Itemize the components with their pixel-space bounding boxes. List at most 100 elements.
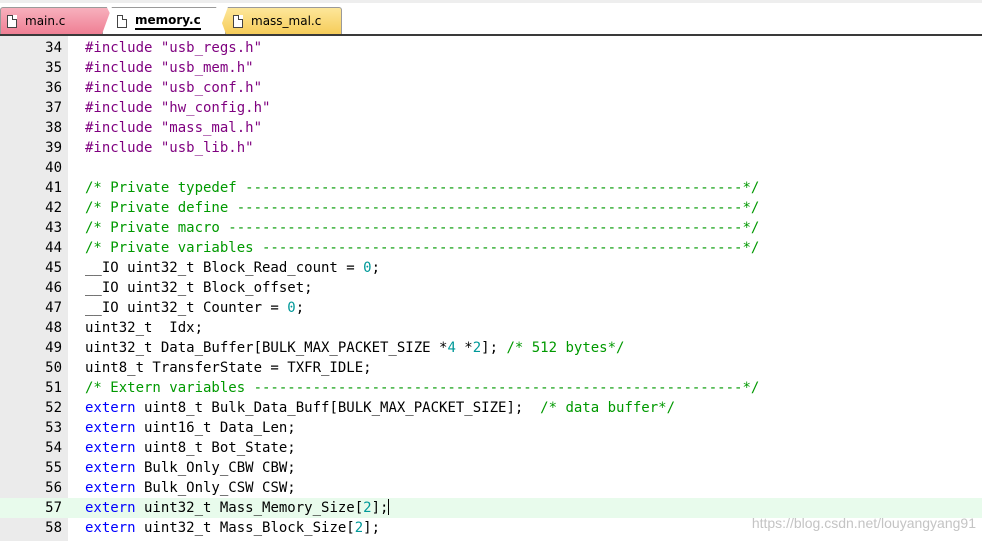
tab-mass-mal-c[interactable]: mass_mal.c [218, 7, 342, 34]
code-token-txt: uint32_t Idx; [85, 320, 204, 336]
code-token-kw: extern [85, 500, 136, 516]
code-token-cm: /* 512 bytes*/ [506, 340, 625, 356]
code-line[interactable]: 44 /* Private variables -----------------… [0, 238, 982, 258]
code-token-txt: ]; [371, 500, 389, 516]
code-line[interactable]: 50 uint8_t TransferState = TXFR_IDLE; [0, 358, 982, 378]
code-line[interactable]: 51 /* Extern variables ------------------… [0, 378, 982, 398]
code-text: extern uint32_t Mass_Memory_Size[2]; [85, 498, 390, 518]
line-number: 53 [45, 420, 62, 436]
code-token-txt: uint32_t Data_Buffer[BULK_MAX_PACKET_SIZ… [85, 340, 448, 356]
code-line[interactable]: 56 extern Bulk_Only_CSW CSW; [0, 478, 982, 498]
code-line[interactable]: 41 /* Private typedef -------------------… [0, 178, 982, 198]
code-line[interactable]: 54 extern uint8_t Bot_State; [0, 438, 982, 458]
code-text: #include "mass_mal.h" [85, 118, 262, 138]
code-text: /* Private define ----------------------… [85, 198, 759, 218]
code-line[interactable]: 36 #include "usb_conf.h" [0, 78, 982, 98]
file-icon [7, 14, 17, 28]
code-token-cm: /* Extern variables --------------------… [85, 380, 760, 396]
code-text: /* Private macro -----------------------… [85, 218, 759, 238]
code-token-pp: #include [85, 40, 161, 56]
code-token-pp: #include [85, 60, 161, 76]
code-line[interactable]: 45 __IO uint32_t Block_Read_count = 0; [0, 258, 982, 278]
code-token-str: "usb_regs.h" [160, 40, 263, 56]
code-token-cm: /* Private define ----------------------… [85, 200, 760, 216]
code-line[interactable]: 46 __IO uint32_t Block_offset; [0, 278, 982, 298]
line-number: 45 [45, 260, 62, 276]
tab-label: memory.c [135, 13, 201, 30]
code-editor[interactable]: 34 #include "usb_regs.h" 35 #include "usb_m… [0, 36, 982, 541]
code-token-str: "usb_mem.h" [160, 60, 254, 76]
code-token-txt: * [455, 340, 473, 356]
code-token-str: "hw_config.h" [160, 100, 271, 116]
code-token-pp: #include [85, 100, 161, 116]
code-token-num: 2 [363, 500, 372, 516]
line-number: 49 [45, 340, 62, 356]
code-line[interactable]: 39 #include "usb_lib.h" [0, 138, 982, 158]
code-line[interactable]: 49 uint32_t Data_Buffer[BULK_MAX_PACKET_S… [0, 338, 982, 358]
code-token-num: 4 [447, 340, 456, 356]
line-number: 55 [45, 460, 62, 476]
file-icon [233, 14, 243, 28]
line-number: 34 [45, 40, 62, 56]
watermark: https://blog.csdn.net/louyangyang91 [751, 515, 976, 531]
line-number: 43 [45, 220, 62, 236]
code-line[interactable]: 55 extern Bulk_Only_CBW CBW; [0, 458, 982, 478]
code-text: __IO uint32_t Block_Read_count = 0; [85, 258, 380, 278]
code-text: extern Bulk_Only_CSW CSW; [85, 478, 296, 498]
tab-label: mass_mal.c [251, 14, 322, 28]
line-number: 46 [45, 280, 62, 296]
code-token-txt: __IO uint32_t Block_offset; [85, 280, 313, 296]
code-token-kw: extern [85, 460, 136, 476]
file-icon [117, 14, 127, 28]
code-line[interactable]: 43 /* Private macro ---------------------… [0, 218, 982, 238]
code-token-cm: /* Private variables -------------------… [85, 240, 760, 256]
tab-main-c[interactable]: main.c [0, 7, 120, 34]
code-token-kw: extern [85, 520, 136, 536]
line-number: 48 [45, 320, 62, 336]
code-text: __IO uint32_t Counter = 0; [85, 298, 304, 318]
code-token-txt: uint8_t Bulk_Data_Buff[BULK_MAX_PACKET_S… [135, 400, 541, 416]
line-number: 35 [45, 60, 62, 76]
code-text: uint32_t Data_Buffer[BULK_MAX_PACKET_SIZ… [85, 338, 624, 358]
code-line[interactable]: 48 uint32_t Idx; [0, 318, 982, 338]
code-text: /* Private typedef ---------------------… [85, 178, 759, 198]
code-token-kw: extern [85, 480, 136, 496]
code-line[interactable]: 42 /* Private define --------------------… [0, 198, 982, 218]
code-line[interactable]: 52 extern uint8_t Bulk_Data_Buff[BULK_MAX… [0, 398, 982, 418]
code-token-str: "mass_mal.h" [160, 120, 263, 136]
editor-tab-strip: main.c mass_mal.c memory.c [0, 0, 982, 36]
code-text: #include "hw_config.h" [85, 98, 270, 118]
tab-label: main.c [25, 14, 66, 28]
code-line[interactable]: 34 #include "usb_regs.h" [0, 38, 982, 58]
code-line[interactable]: 37 #include "hw_config.h" [0, 98, 982, 118]
line-number: 38 [45, 120, 62, 136]
code-token-txt: __IO uint32_t Counter = [85, 300, 288, 316]
code-line[interactable]: 53 extern uint16_t Data_Len; [0, 418, 982, 438]
tab-strip-top-border [0, 0, 982, 3]
code-token-cm: /* data buffer*/ [540, 400, 676, 416]
code-text: #include "usb_lib.h" [85, 138, 254, 158]
code-token-pp: #include [85, 80, 161, 96]
code-token-txt: ; [295, 300, 305, 316]
code-line[interactable]: 47 __IO uint32_t Counter = 0; [0, 298, 982, 318]
code-token-txt: ]; [363, 520, 381, 536]
line-number: 41 [45, 180, 62, 196]
line-number: 39 [45, 140, 62, 156]
code-line[interactable]: 40 [0, 158, 982, 178]
line-number: 40 [45, 160, 62, 176]
code-token-txt: uint8_t Bot_State; [135, 440, 296, 456]
code-token-txt: uint32_t Mass_Block_Size[ [135, 520, 355, 536]
line-number: 57 [45, 500, 62, 516]
code-text: uint32_t Idx; [85, 318, 203, 338]
line-number: 44 [45, 240, 62, 256]
code-token-num: 2 [472, 340, 482, 356]
code-text: /* Extern variables --------------------… [85, 378, 759, 398]
line-number: 54 [45, 440, 62, 456]
code-token-txt: Bulk_Only_CSW CSW; [135, 480, 296, 496]
code-text: extern Bulk_Only_CBW CBW; [85, 458, 296, 478]
code-token-txt: Bulk_Only_CBW CBW; [135, 460, 296, 476]
code-line[interactable]: 35 #include "usb_mem.h" [0, 58, 982, 78]
tab-memory-c[interactable]: memory.c [102, 7, 226, 34]
code-line[interactable]: 38 #include "mass_mal.h" [0, 118, 982, 138]
code-text: extern uint8_t Bulk_Data_Buff[BULK_MAX_P… [85, 398, 675, 418]
